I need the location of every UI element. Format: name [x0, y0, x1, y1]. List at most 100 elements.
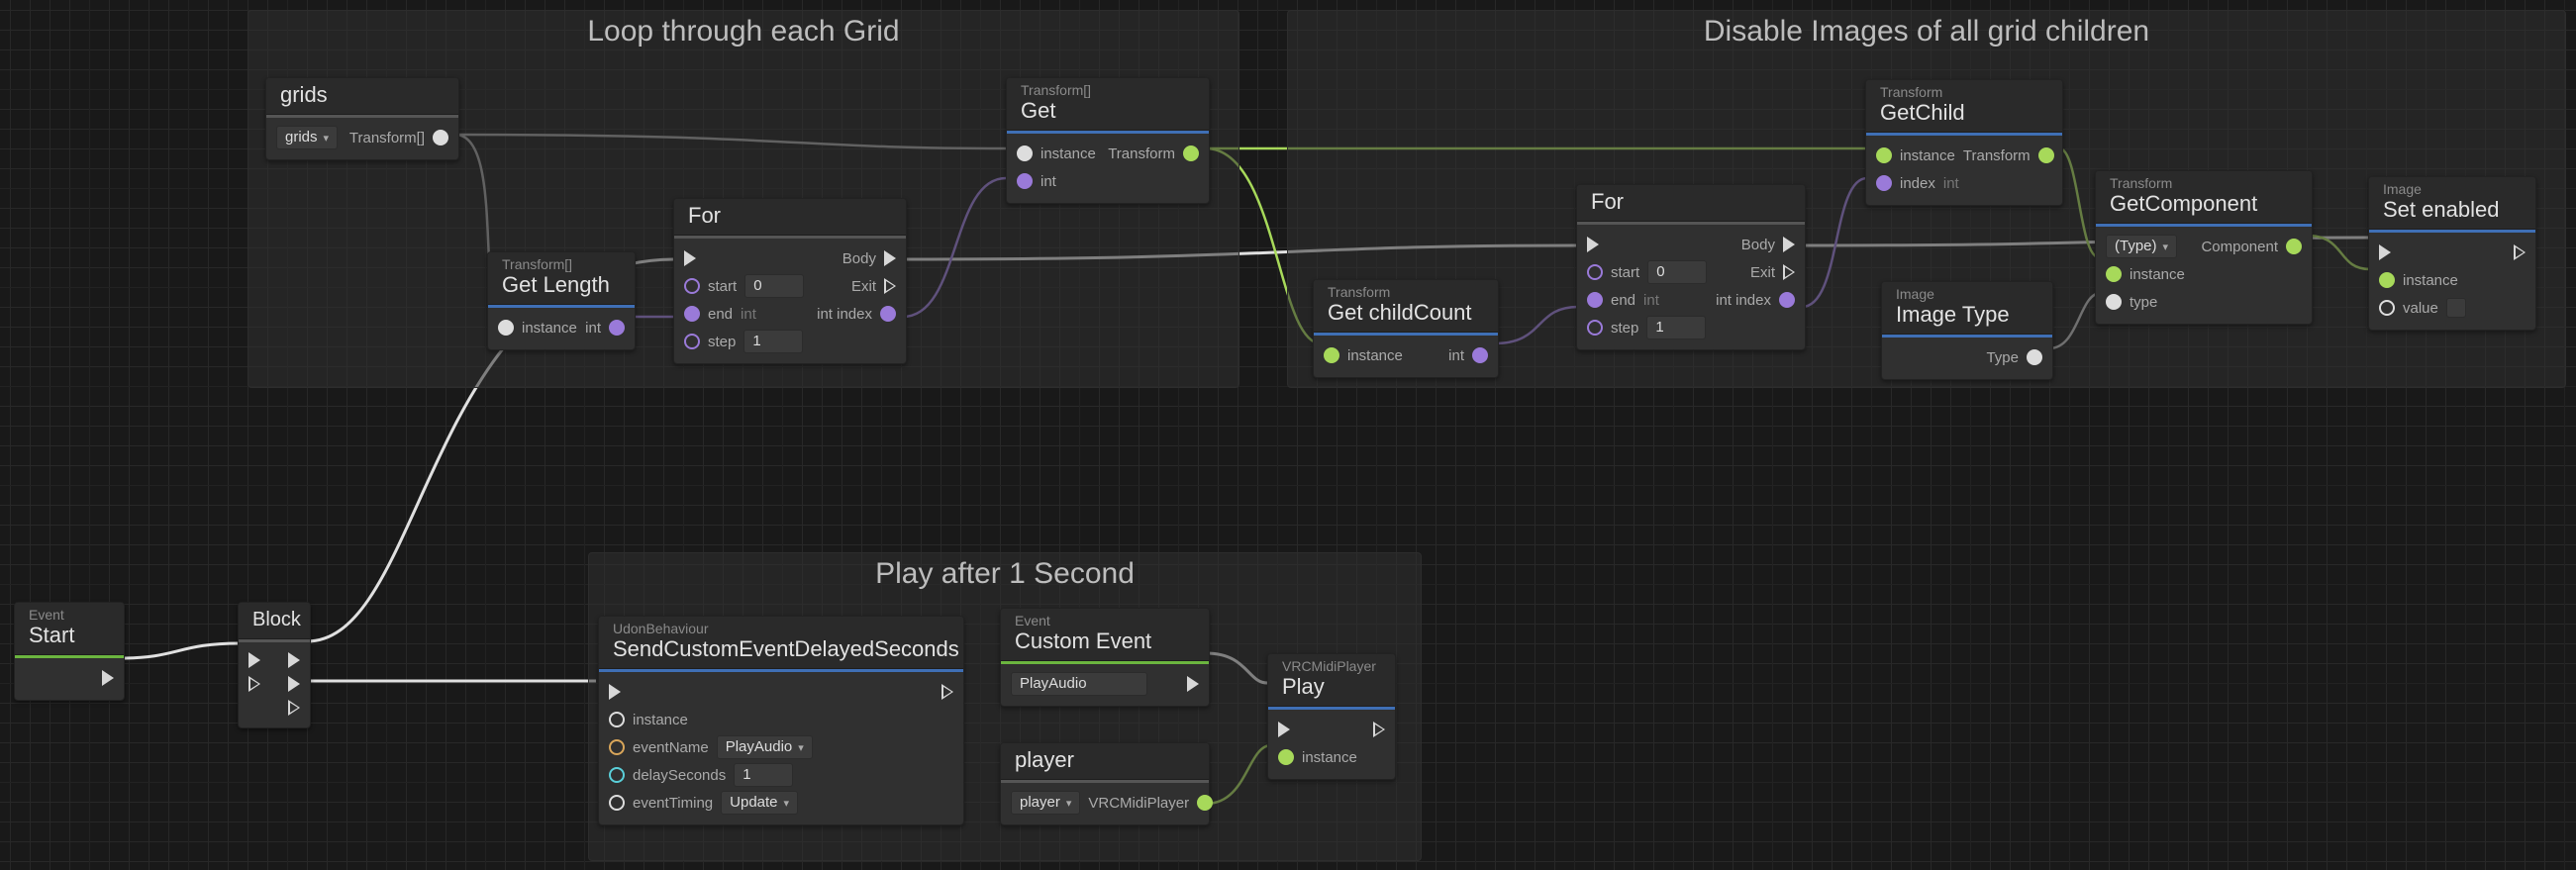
node-getcomponent[interactable]: Transform GetComponent (Type) Component …	[2095, 170, 2313, 325]
play-instance-lbl: instance	[1302, 749, 1357, 766]
gcc-subtype: Transform	[1328, 284, 1484, 300]
port-grids-out[interactable]	[433, 130, 448, 145]
seten-value-checkbox[interactable]	[2446, 298, 2466, 318]
port-block-flow-out-3[interactable]	[288, 700, 300, 716]
port-getlength-int[interactable]	[609, 320, 625, 336]
port-getlength-instance[interactable]	[498, 320, 514, 336]
for2-end-lbl: end	[1611, 292, 1635, 309]
getcomp-out-port[interactable]	[2286, 239, 2302, 254]
for1-step-field[interactable]: 1	[743, 330, 803, 353]
sce-eventname-field[interactable]: PlayAudio	[717, 735, 813, 759]
node-grids-title: grids	[280, 82, 445, 108]
for1-exit-out[interactable]	[884, 278, 896, 294]
node-customevent[interactable]: Event Custom Event PlayAudio	[1000, 608, 1210, 707]
for2-flow-in[interactable]	[1587, 237, 1599, 252]
node-block[interactable]: Block	[238, 602, 311, 728]
for1-end-lbl: end	[708, 306, 733, 323]
getchild-out-lbl: Transform	[1963, 147, 2031, 164]
node-get[interactable]: Transform[] Get instance Transform int	[1006, 77, 1210, 204]
for2-step-port[interactable]	[1587, 320, 1603, 336]
sce-delay-port[interactable]	[609, 767, 625, 783]
for2-exit-out[interactable]	[1783, 264, 1795, 280]
port-block-flow-in[interactable]	[248, 652, 260, 668]
for2-body-out[interactable]	[1783, 237, 1795, 252]
gcc-title: Get childCount	[1328, 300, 1484, 326]
node-for1[interactable]: For Body start 0 Exit end	[673, 198, 907, 364]
for2-start-port[interactable]	[1587, 264, 1603, 280]
get-out-lbl: Transform	[1108, 145, 1175, 162]
getcomp-subtype: Transform	[2110, 175, 2298, 191]
gcc-instance-port[interactable]	[1324, 347, 1339, 363]
for1-intidx-out[interactable]	[880, 306, 896, 322]
play-instance-port[interactable]	[1278, 749, 1294, 765]
port-block-flow-out-2[interactable]	[288, 676, 300, 692]
get-out-port[interactable]	[1183, 145, 1199, 161]
for2-end-hint: int	[1643, 292, 1659, 309]
sce-timing-port[interactable]	[609, 795, 625, 811]
get-int-port[interactable]	[1017, 173, 1033, 189]
node-imagetype[interactable]: Image Image Type Type	[1881, 281, 2053, 380]
for1-exit-lbl: Exit	[851, 278, 876, 295]
sce-delay-field[interactable]: 1	[734, 763, 793, 787]
getcomp-instance-port[interactable]	[2106, 266, 2122, 282]
node-grids[interactable]: grids grids Transform[]	[265, 77, 459, 160]
for1-body-out[interactable]	[884, 250, 896, 266]
seten-instance-port[interactable]	[2379, 272, 2395, 288]
for1-step-port[interactable]	[684, 334, 700, 349]
for2-end-port[interactable]	[1587, 292, 1603, 308]
sce-flow-in[interactable]	[609, 684, 621, 700]
sce-instance-port[interactable]	[609, 712, 625, 727]
node-sendcustom[interactable]: UdonBehaviour SendCustomEventDelayedSeco…	[598, 616, 964, 825]
for1-end-port[interactable]	[684, 306, 700, 322]
getchild-instance-lbl: instance	[1900, 147, 1955, 164]
seten-value-port[interactable]	[2379, 300, 2395, 316]
for2-start-lbl: start	[1611, 264, 1639, 281]
seten-flow-in[interactable]	[2379, 244, 2391, 260]
getchild-out-port[interactable]	[2038, 147, 2054, 163]
node-getchildcount[interactable]: Transform Get childCount instance int	[1313, 279, 1499, 378]
getchild-instance-port[interactable]	[1876, 147, 1892, 163]
for2-title: For	[1591, 189, 1791, 215]
seten-flow-out[interactable]	[2514, 244, 2526, 260]
for2-step-field[interactable]: 1	[1646, 316, 1706, 339]
getlength-instance-lbl: instance	[522, 320, 577, 337]
seten-subtype: Image	[2383, 181, 2522, 197]
gcc-int-port[interactable]	[1472, 347, 1488, 363]
get-instance-port[interactable]	[1017, 145, 1033, 161]
getcomp-type-dd[interactable]: (Type)	[2106, 235, 2177, 258]
for1-start-field[interactable]: 0	[744, 274, 804, 298]
node-getchild[interactable]: Transform GetChild instance Transform in…	[1865, 79, 2063, 206]
node-for2[interactable]: For Body start 0 Exit end	[1576, 184, 1806, 350]
node-getlength[interactable]: Transform[] Get Length instance int	[487, 251, 636, 350]
imgtype-out-port[interactable]	[2027, 349, 2042, 365]
play-flow-in[interactable]	[1278, 722, 1290, 737]
player-type-lbl: VRCMidiPlayer	[1088, 795, 1189, 812]
sce-flow-out[interactable]	[941, 684, 953, 700]
port-block-flow-in-2[interactable]	[248, 676, 260, 692]
node-setenabled[interactable]: Image Set enabled instance value	[2368, 176, 2536, 331]
play-flow-out[interactable]	[1373, 722, 1385, 737]
for2-start-field[interactable]: 0	[1647, 260, 1707, 284]
node-start[interactable]: Event Start	[14, 602, 125, 701]
getchild-index-port[interactable]	[1876, 175, 1892, 191]
for1-flow-in[interactable]	[684, 250, 696, 266]
ce-flow-out[interactable]	[1187, 676, 1199, 692]
node-player[interactable]: player player VRCMidiPlayer	[1000, 742, 1210, 825]
player-out-port[interactable]	[1197, 795, 1213, 811]
seten-value-lbl: value	[2403, 300, 2438, 317]
node-play[interactable]: VRCMidiPlayer Play instance	[1267, 653, 1396, 780]
grids-dropdown[interactable]: grids	[276, 126, 338, 149]
sce-subtype: UdonBehaviour	[613, 621, 949, 636]
sce-eventname-port[interactable]	[609, 739, 625, 755]
port-block-flow-out-1[interactable]	[288, 652, 300, 668]
for2-intidx-port[interactable]	[1779, 292, 1795, 308]
for1-start-port[interactable]	[684, 278, 700, 294]
node-block-title: Block	[252, 607, 296, 632]
port-start-flow-out[interactable]	[102, 670, 114, 686]
ce-subtype: Event	[1015, 613, 1195, 628]
sce-timing-field[interactable]: Update	[721, 791, 798, 815]
getcomp-type-port[interactable]	[2106, 294, 2122, 310]
get-instance-lbl: instance	[1040, 145, 1096, 162]
ce-name-field[interactable]: PlayAudio	[1011, 672, 1147, 696]
player-dropdown[interactable]: player	[1011, 791, 1080, 815]
